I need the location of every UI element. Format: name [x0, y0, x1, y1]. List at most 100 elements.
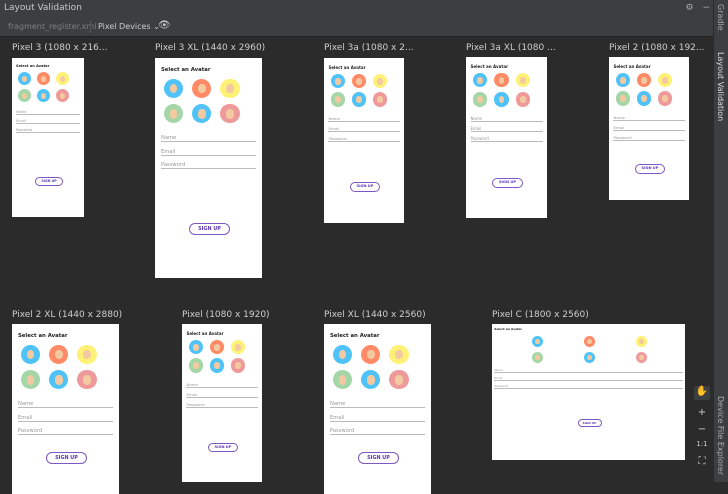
device-preview[interactable]: Select an Avatar Name Email Password SIGN UP [182, 324, 262, 482]
avatar-option[interactable] [49, 344, 69, 365]
avatar-option[interactable] [330, 92, 346, 107]
avatar-option[interactable] [77, 370, 97, 390]
device-set-dropdown[interactable]: Pixel Devices ⌄ [98, 22, 160, 31]
password-field[interactable]: Password [16, 128, 80, 133]
avatar-option[interactable] [77, 344, 97, 365]
name-field[interactable]: Name [328, 116, 400, 122]
password-field[interactable]: Password [613, 135, 685, 141]
minimize-icon[interactable]: − [702, 3, 710, 13]
avatar-option[interactable] [494, 91, 509, 107]
avatar-option[interactable] [56, 89, 69, 102]
avatar-option[interactable] [361, 344, 381, 365]
name-field[interactable]: Name [186, 382, 258, 388]
sign-up-button[interactable]: SIGN UP [358, 451, 399, 464]
avatar-option[interactable] [636, 72, 652, 87]
avatar-option[interactable] [330, 73, 346, 88]
avatar-option[interactable] [389, 370, 409, 390]
tab-layout-validation[interactable]: Layout Validation [716, 52, 725, 121]
password-field[interactable]: Password [328, 136, 400, 142]
sign-up-button[interactable]: SIGN UP [349, 181, 381, 192]
avatar-option[interactable] [657, 91, 673, 106]
avatar-option[interactable] [361, 370, 381, 390]
email-field[interactable]: Email [160, 149, 257, 156]
sign-up-button[interactable]: SIGN UP [46, 451, 87, 464]
avatar-option[interactable] [230, 358, 246, 373]
avatar-option[interactable] [636, 91, 652, 106]
password-field[interactable]: Password [160, 162, 257, 170]
avatar-option[interactable] [657, 72, 673, 87]
sign-up-button[interactable]: SIGN UP [634, 164, 666, 175]
tab-gradle[interactable]: Gradle [716, 4, 725, 31]
sign-up-button[interactable]: SIGN UP [189, 223, 230, 236]
avatar-option[interactable] [515, 91, 531, 107]
name-field[interactable]: Name [470, 116, 543, 122]
name-field[interactable]: Name [329, 401, 426, 409]
avatar-option[interactable] [20, 344, 41, 365]
fit-screen-icon[interactable]: ⛶ [694, 456, 710, 470]
name-field[interactable]: Name [160, 135, 257, 143]
avatar-option[interactable] [37, 72, 50, 85]
name-field[interactable]: Name [613, 115, 685, 121]
pan-hand-icon[interactable]: ✋ [694, 386, 710, 400]
avatar-option[interactable] [532, 336, 543, 347]
device-preview[interactable]: Select an Avatar Name Email Password SIGN UP [492, 324, 685, 460]
zoom-in-icon[interactable]: + [694, 407, 710, 421]
avatar-option[interactable] [209, 339, 225, 354]
name-field[interactable]: Name [16, 110, 80, 115]
avatar-option[interactable] [18, 72, 31, 85]
zoom-out-icon[interactable]: − [694, 424, 710, 438]
email-field[interactable]: Email [186, 392, 258, 398]
avatar-option[interactable] [636, 336, 647, 347]
avatar-option[interactable] [584, 336, 595, 347]
sign-up-button[interactable]: SIGN UP [207, 442, 239, 453]
avatar-option[interactable] [192, 78, 212, 99]
sign-up-button[interactable]: SIGN UP [491, 177, 524, 188]
avatar-option[interactable] [18, 89, 31, 102]
avatar-option[interactable] [209, 358, 225, 373]
sign-up-button[interactable]: SIGN UP [35, 177, 63, 187]
avatar-option[interactable] [188, 358, 204, 373]
avatar-option[interactable] [372, 73, 388, 88]
device-preview[interactable]: Select an Avatar Name Email Password SIGN UP [324, 58, 404, 223]
avatar-option[interactable] [56, 72, 69, 85]
password-field[interactable]: Password [17, 428, 114, 436]
gear-icon[interactable]: ⚙ [686, 3, 694, 13]
device-preview[interactable]: Select an Avatar Name Email Password SIGN UP [155, 58, 262, 278]
name-field[interactable]: Name [17, 401, 114, 409]
name-field[interactable]: Name [494, 368, 683, 373]
tab-device-file-explorer[interactable]: Device File Explorer [716, 396, 725, 475]
password-field[interactable]: Password [494, 384, 683, 389]
password-field[interactable]: Password [470, 136, 543, 142]
device-preview[interactable]: Select an Avatar Name Email Password SIGN UP [324, 324, 431, 494]
avatar-option[interactable] [351, 92, 367, 107]
device-preview[interactable]: Select an Avatar Name Email Password SIGN UP [609, 57, 689, 200]
avatar-option[interactable] [220, 104, 240, 124]
avatar-option[interactable] [372, 92, 388, 107]
avatar-option[interactable] [332, 344, 353, 365]
avatar-option[interactable] [472, 91, 488, 107]
avatar-option[interactable] [389, 344, 409, 365]
email-field[interactable]: Email [328, 126, 400, 132]
email-field[interactable]: Email [494, 376, 683, 381]
avatar-option[interactable] [37, 89, 50, 102]
email-field[interactable]: Email [17, 415, 114, 422]
password-field[interactable]: Password [186, 402, 258, 408]
avatar-option[interactable] [472, 72, 488, 88]
avatar-option[interactable] [532, 352, 543, 363]
avatar-option[interactable] [192, 104, 212, 124]
avatar-option[interactable] [188, 339, 204, 354]
email-field[interactable]: Email [470, 126, 543, 132]
email-field[interactable]: Email [329, 415, 426, 422]
avatar-option[interactable] [220, 78, 240, 99]
avatar-option[interactable] [332, 370, 353, 390]
sign-up-button[interactable]: SIGN UP [577, 419, 602, 427]
avatar-option[interactable] [20, 370, 41, 390]
avatar-option[interactable] [49, 370, 69, 390]
avatar-option[interactable] [636, 352, 647, 363]
avatar-option[interactable] [230, 339, 246, 354]
eye-icon[interactable]: 👁 [158, 20, 171, 31]
avatar-option[interactable] [494, 72, 509, 88]
avatar-option[interactable] [351, 73, 367, 88]
avatar-option[interactable] [615, 91, 631, 106]
email-field[interactable]: Email [16, 119, 80, 124]
